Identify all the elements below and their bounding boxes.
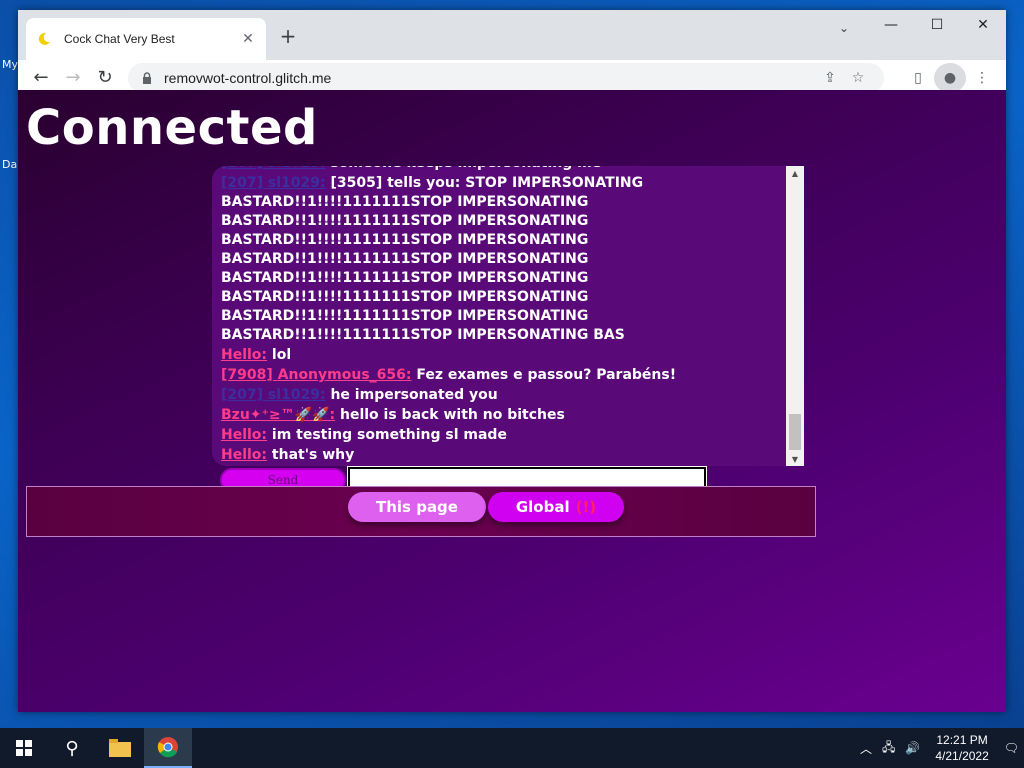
chat-username[interactable]: [207] sl1029:	[221, 175, 326, 191]
chat-message: [7908] Anonymous_656: Fez exames e passo…	[221, 366, 779, 385]
chat-text: someone keeps impersonating me	[326, 166, 601, 171]
chat-scrollbar[interactable]: ▲ ▼	[786, 166, 804, 466]
chat-text: [3505] tells you: STOP IMPERSONATING BAS…	[221, 175, 644, 343]
tab-this-page[interactable]: This page	[348, 492, 486, 522]
clock-time: 12:21 PM	[936, 733, 988, 747]
chat-message: Hello: im testing something sl made	[221, 426, 779, 445]
network-icon[interactable]: 🖧	[877, 738, 900, 759]
clock[interactable]: 12:21 PM 4/21/2022	[925, 732, 998, 764]
chat-message: Hello: that's why	[221, 446, 779, 465]
chat-message: [207] sl1029: he impersonated you	[221, 386, 779, 405]
desktop-label: Da	[2, 158, 18, 171]
tab-search-icon[interactable]: ⌄	[832, 16, 856, 40]
chat-message: Hello: lol	[221, 346, 779, 365]
chat-text: Fez exames e passou? Parabéns!	[411, 367, 677, 383]
desktop-label: My	[2, 58, 19, 71]
chrome-icon[interactable]	[144, 728, 192, 768]
new-tab-button[interactable]: +	[276, 24, 300, 48]
chat-tabs: This page Global (!)	[26, 486, 816, 537]
chat-text: lol	[267, 347, 292, 363]
scroll-down-icon[interactable]: ▼	[786, 452, 804, 466]
tab-title: Cock Chat Very Best	[64, 32, 175, 46]
clock-date: 4/21/2022	[935, 749, 989, 763]
chat-username[interactable]: Hello:	[221, 347, 267, 363]
page-title: Connected	[26, 100, 318, 156]
chat-username[interactable]: [7908] Anonymous_656:	[221, 367, 411, 383]
chat-text: im testing something sl made	[267, 427, 507, 443]
chat-text: that's why	[267, 447, 355, 463]
reload-icon[interactable]: ↻	[90, 63, 120, 93]
chat-message: [207] sl1029: [3505] tells you: STOP IMP…	[221, 174, 779, 345]
lock-icon[interactable]	[140, 71, 154, 85]
tab-strip: Cock Chat Very Best ✕ + ⌄ — ☐ ✕	[18, 10, 1006, 60]
url-text[interactable]: removwot-control.glitch.me	[164, 70, 816, 86]
chat-username[interactable]: Hello:	[221, 427, 267, 443]
close-window-button[interactable]: ✕	[960, 10, 1006, 40]
file-explorer-icon[interactable]	[96, 728, 144, 768]
maximize-button[interactable]: ☐	[914, 10, 960, 40]
browser-tab[interactable]: Cock Chat Very Best ✕	[26, 18, 266, 60]
chat-message: Bzu✦⁺≥™🚀🚀: hello is back with no bitches	[221, 406, 779, 425]
chat-message: [207] sl1029: someone keeps impersonatin…	[221, 166, 779, 173]
notification-badge: (!)	[575, 498, 597, 516]
avatar: ●	[934, 63, 966, 93]
moon-icon	[36, 31, 52, 47]
tab-this-page-label: This page	[376, 498, 458, 516]
close-tab-icon[interactable]: ✕	[240, 31, 256, 47]
chat-username[interactable]: [207] sl1029:	[221, 166, 326, 171]
side-panel-icon[interactable]: ▯	[902, 63, 934, 93]
share-icon[interactable]: ⇪	[816, 70, 844, 86]
tab-global[interactable]: Global (!)	[488, 492, 624, 522]
star-icon[interactable]: ☆	[844, 70, 872, 86]
page-viewport: Connected [207] sl1029: someone keeps im…	[18, 90, 1006, 712]
profile-icon[interactable]: ●	[934, 63, 966, 93]
chat-username[interactable]: [207] sl1029:	[221, 387, 326, 403]
notification-icon[interactable]: 🗨	[999, 741, 1024, 755]
volume-icon[interactable]: 🔊	[900, 741, 925, 755]
forward-arrow-icon[interactable]: →	[58, 63, 88, 93]
scroll-up-icon[interactable]: ▲	[786, 166, 804, 180]
back-arrow-icon[interactable]: ←	[26, 63, 56, 93]
taskbar: ⚲ ︿ 🖧 🔊 12:21 PM 4/21/2022 🗨	[0, 728, 1024, 768]
chevron-up-icon[interactable]: ︿	[855, 740, 877, 757]
chat-username[interactable]: Bzu✦⁺≥™🚀🚀:	[221, 407, 335, 423]
search-icon[interactable]: ⚲	[48, 728, 96, 768]
scroll-thumb[interactable]	[789, 414, 801, 450]
browser-window: Cock Chat Very Best ✕ + ⌄ — ☐ ✕ ← → ↻ re…	[18, 10, 1006, 712]
menu-icon[interactable]: ⋮	[966, 63, 998, 93]
chat-username[interactable]: Hello:	[221, 447, 267, 463]
windows-start-icon[interactable]	[0, 728, 48, 768]
chat-log[interactable]: [207] sl1029: someone keeps impersonatin…	[212, 166, 804, 466]
chat-text: he impersonated you	[325, 387, 498, 403]
minimize-button[interactable]: —	[868, 10, 914, 40]
address-bar[interactable]: removwot-control.glitch.me ⇪ ☆	[128, 63, 884, 93]
tab-global-label: Global	[515, 498, 570, 516]
chat-text: hello is back with no bitches	[335, 407, 565, 423]
